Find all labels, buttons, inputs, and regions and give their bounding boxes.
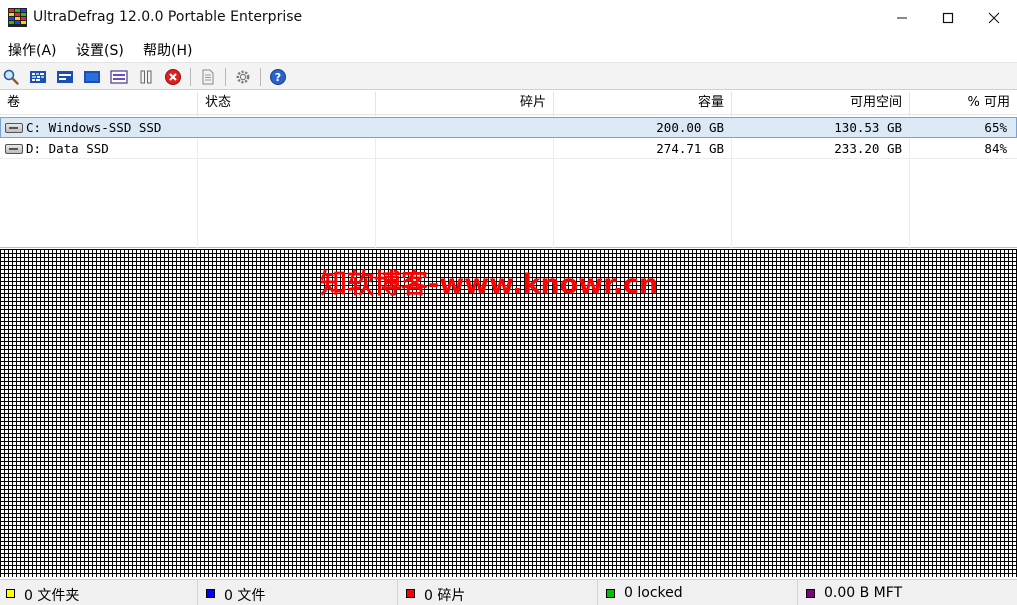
mft-optimize-icon	[110, 70, 128, 84]
status-locked: 0 locked	[600, 580, 798, 605]
settings-button[interactable]	[233, 67, 253, 87]
maximize-button[interactable]	[925, 0, 971, 36]
menu-help[interactable]: 帮助(H)	[143, 40, 192, 60]
settings-icon	[236, 70, 250, 84]
toolbar-separator	[225, 68, 226, 86]
volume-row-c[interactable]: C: Windows-SSD SSD 200.00 GB 130.53 GB 6…	[0, 117, 1017, 138]
legend-swatch-files	[206, 589, 215, 598]
help-icon: ?	[270, 69, 286, 85]
menu-settings[interactable]: 设置(S)	[76, 40, 124, 60]
svg-text:?: ?	[275, 71, 281, 84]
drive-icon	[5, 144, 23, 154]
pause-icon	[140, 70, 152, 84]
status-text: 0 碎片	[424, 588, 466, 604]
help-button[interactable]: ?	[268, 67, 288, 87]
minimize-button[interactable]	[879, 0, 925, 36]
mft-optimize-button[interactable]	[109, 67, 129, 87]
toolbar-separator	[260, 68, 261, 86]
menu-bar: 操作(A) 设置(S) 帮助(H)	[0, 36, 1017, 62]
legend-swatch-directories	[6, 589, 15, 598]
toolbar: ?	[0, 62, 1017, 90]
quick-optimize-icon	[57, 71, 73, 83]
status-text: 0.00 B MFT	[824, 585, 903, 601]
drive-icon	[5, 123, 23, 133]
close-button[interactable]	[971, 0, 1017, 36]
volume-free-space: 233.20 GB	[834, 141, 902, 156]
stop-button[interactable]	[163, 67, 183, 87]
column-header-fragments[interactable]: 碎片	[376, 92, 554, 115]
volume-percent-free: 84%	[984, 141, 1007, 156]
status-files: 0 文件	[200, 580, 398, 605]
title-bar: UltraDefrag 12.0.0 Portable Enterprise	[0, 0, 1017, 36]
pause-button[interactable]	[136, 67, 156, 87]
quick-optimize-button[interactable]	[55, 67, 75, 87]
defrag-icon	[30, 71, 46, 83]
menu-action[interactable]: 操作(A)	[8, 40, 57, 60]
close-icon	[988, 12, 1000, 24]
legend-swatch-locked	[606, 589, 615, 598]
column-header-free-space[interactable]: 可用空间	[732, 92, 910, 115]
volume-capacity: 274.71 GB	[656, 141, 724, 156]
status-mft: 0.00 B MFT	[800, 580, 1017, 605]
window-title: UltraDefrag 12.0.0 Portable Enterprise	[33, 9, 303, 25]
defrag-button[interactable]	[28, 67, 48, 87]
watermark-text: 知软博客-www.knowr.cn	[320, 269, 659, 300]
volume-list[interactable]: 卷 状态 碎片 容量 可用空间 % 可用 C: Windows-SSD SSD …	[0, 92, 1017, 248]
column-header-volume[interactable]: 卷	[0, 92, 198, 115]
volume-fragments	[376, 138, 547, 159]
status-fragments: 0 碎片	[400, 580, 598, 605]
volume-name: D: Data SSD	[26, 141, 109, 156]
status-bar: 0 文件夹 0 文件 0 碎片 0 locked 0.00 B MFT	[0, 579, 1017, 605]
legend-swatch-mft	[806, 589, 815, 598]
status-text: 0 文件夹	[24, 588, 80, 604]
full-optimize-button[interactable]	[82, 67, 102, 87]
volume-free-space: 130.53 GB	[834, 120, 902, 135]
ultradefrag-app-icon	[8, 8, 27, 27]
status-text: 0 locked	[624, 585, 683, 601]
legend-swatch-fragments	[406, 589, 415, 598]
volume-fragments	[376, 117, 547, 138]
status-text: 0 文件	[224, 588, 266, 604]
toolbar-separator	[190, 68, 191, 86]
column-header-status[interactable]: 状态	[198, 92, 376, 115]
maximize-icon	[942, 12, 954, 24]
volume-row-d[interactable]: D: Data SSD 274.71 GB 233.20 GB 84%	[0, 138, 1017, 159]
status-directories: 0 文件夹	[0, 580, 198, 605]
full-optimize-icon	[84, 71, 100, 83]
column-header-percent-free[interactable]: % 可用	[910, 92, 1017, 115]
volume-name: C: Windows-SSD SSD	[26, 120, 162, 135]
volume-percent-free: 65%	[984, 120, 1007, 135]
report-icon	[202, 69, 214, 85]
analyze-icon	[3, 69, 19, 85]
volume-capacity: 200.00 GB	[656, 120, 724, 135]
report-button[interactable]	[198, 67, 218, 87]
column-header-capacity[interactable]: 容量	[554, 92, 732, 115]
list-header: 卷 状态 碎片 容量 可用空间 % 可用	[0, 92, 1017, 115]
minimize-icon	[897, 17, 907, 19]
analyze-button[interactable]	[1, 67, 21, 87]
stop-icon	[165, 69, 181, 85]
